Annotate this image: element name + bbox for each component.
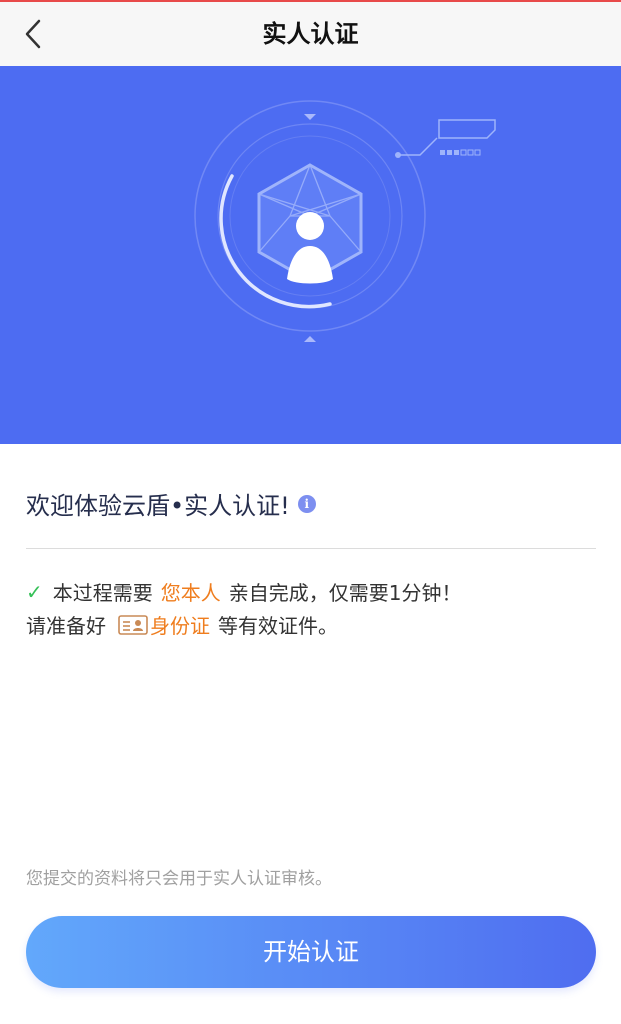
page-title: 实人认证 bbox=[262, 20, 359, 48]
welcome-heading: 欢迎体验云盾•实人认证! i bbox=[26, 486, 316, 521]
face-verification-illustration bbox=[194, 100, 496, 342]
id-card-label: 身份证 bbox=[150, 614, 210, 638]
welcome-text: 欢迎体验云盾•实人认证! bbox=[26, 492, 290, 520]
requirement-prefix: 本过程需要 bbox=[52, 581, 153, 605]
requirement-line2-prefix: 请准备好 bbox=[26, 614, 106, 638]
requirement-line2-suffix: 等有效证件。 bbox=[218, 614, 338, 638]
info-icon[interactable]: i bbox=[297, 494, 316, 513]
requirement-line-1: ✓ 本过程需要 您本人 亲自完成，仅需要1分钟！ bbox=[26, 577, 462, 606]
id-card-icon bbox=[118, 614, 148, 635]
requirement-suffix: 亲自完成，仅需要1分钟！ bbox=[228, 581, 462, 605]
navigation-bar: 实人认证 bbox=[0, 2, 621, 66]
requirement-highlight: 您本人 bbox=[160, 581, 221, 605]
requirement-line-2: 请准备好 身份证 等有效证件。 bbox=[26, 610, 338, 639]
divider bbox=[26, 548, 596, 549]
privacy-notice: 您提交的资料将只会用于实人认证审核。 bbox=[26, 869, 332, 889]
start-verification-button[interactable]: 开始认证 bbox=[26, 916, 596, 988]
hero-banner bbox=[0, 66, 621, 444]
check-icon: ✓ bbox=[26, 579, 43, 604]
